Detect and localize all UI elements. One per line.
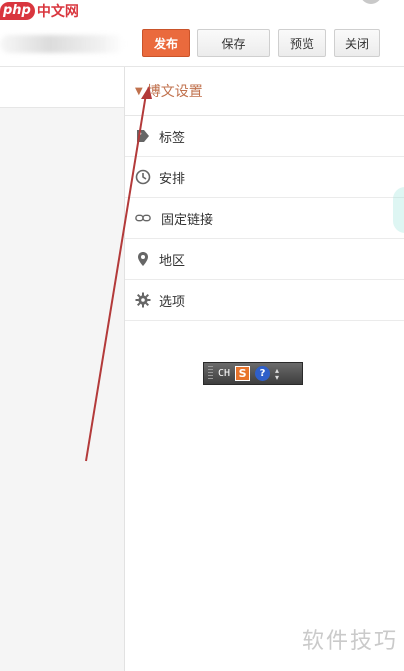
save-button[interactable]: 保存 — [197, 29, 270, 57]
sidebar-item-label: 标签 — [159, 130, 186, 146]
link-icon — [135, 210, 151, 226]
logo-php-badge: php — [0, 2, 35, 20]
sidebar-item-label: 地区 — [159, 253, 186, 269]
sidebar-item-label: 选项 — [159, 294, 186, 310]
decorative-blob — [393, 187, 404, 233]
site-logo[interactable]: php 中文网 — [0, 0, 79, 22]
more-options-icon[interactable]: ▴ ▾ — [275, 366, 279, 381]
sidebar-item-permalink[interactable]: 固定链接 — [125, 198, 404, 239]
help-icon[interactable]: ? — [255, 366, 271, 381]
close-button[interactable]: 关闭 — [334, 29, 380, 57]
post-settings-label: 博文设置 — [146, 84, 203, 100]
sidebar-item-schedule[interactable]: 安排 — [125, 157, 404, 198]
tag-icon — [135, 128, 151, 144]
logo-site-name: 中文网 — [36, 4, 79, 20]
preview-button[interactable]: 预览 — [278, 29, 326, 57]
editor-content-area[interactable] — [0, 108, 124, 671]
sidebar-item-tags[interactable]: 标签 — [125, 116, 404, 157]
editor-toolbar-strip — [0, 67, 124, 108]
publish-button[interactable]: 发布 — [142, 29, 190, 57]
map-pin-icon — [135, 251, 151, 267]
drag-handle-icon[interactable] — [208, 366, 213, 381]
gear-icon — [135, 292, 151, 308]
sidebar-item-location[interactable]: 地区 — [125, 239, 404, 280]
clock-icon — [135, 169, 151, 185]
ime-toolbar[interactable]: CH S ? ▴ ▾ — [203, 362, 303, 385]
sidebar-item-label: 安排 — [159, 171, 186, 187]
sidebar-item-label: 固定链接 — [161, 212, 214, 228]
post-title-blurred — [0, 35, 125, 53]
sidebar-item-options[interactable]: 选项 — [125, 280, 404, 321]
post-settings-header[interactable]: ▼ 博文设置 — [125, 67, 404, 116]
caret-down-icon: ▼ — [135, 85, 143, 97]
ime-mode-toggle[interactable]: CH — [218, 368, 230, 379]
editor-toolbar: 发布 保存 预览 关闭 — [0, 22, 404, 67]
sogou-logo-icon[interactable]: S — [235, 366, 251, 381]
watermark: 软件技巧 — [301, 629, 398, 654]
avatar[interactable] — [360, 0, 382, 4]
